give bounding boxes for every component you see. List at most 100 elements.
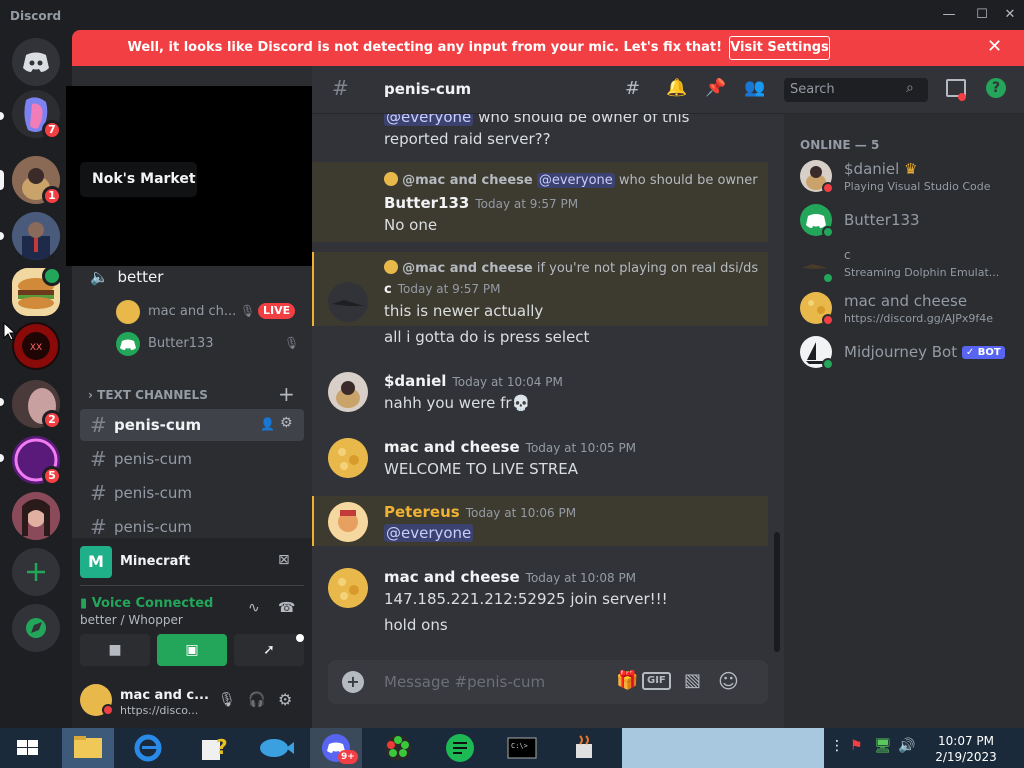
- server-icon[interactable]: [12, 212, 60, 260]
- gift-icon[interactable]: 🎁: [616, 670, 638, 691]
- start-button[interactable]: [0, 728, 56, 768]
- message-text: WELCOME TO LIVE STREA: [384, 460, 579, 478]
- mic-muted-icon: 🎙: [240, 304, 256, 318]
- message-text: 147.185.221.212:52925 join server!!!: [384, 590, 668, 608]
- search-box[interactable]: Search ⌕: [784, 78, 928, 102]
- explore-button[interactable]: [12, 604, 60, 652]
- search-input[interactable]: Search: [790, 82, 835, 97]
- screen-share-button[interactable]: ▣: [157, 634, 227, 666]
- visit-settings-button[interactable]: Visit Settings: [729, 36, 830, 60]
- bell-icon[interactable]: 🔔: [666, 78, 687, 98]
- icq-taskbar-button[interactable]: [372, 728, 424, 768]
- close-banner-icon[interactable]: ✕: [987, 36, 1002, 57]
- headphones-icon[interactable]: 🎧: [248, 692, 265, 708]
- channel-item[interactable]: # penis-cum: [80, 477, 304, 509]
- clock-date[interactable]: 2/19/2023: [934, 750, 998, 764]
- member-item[interactable]: Butter133: [800, 204, 1014, 238]
- message-input[interactable]: Message #penis-cum: [384, 673, 545, 691]
- author-name[interactable]: mac and cheese: [384, 438, 520, 456]
- notes-app-taskbar-button[interactable]: [434, 728, 486, 768]
- create-channel-plus-icon[interactable]: +: [278, 382, 295, 406]
- avatar[interactable]: [328, 372, 368, 412]
- text-channels-header[interactable]: › TEXT CHANNELS: [88, 388, 208, 402]
- author-name[interactable]: mac and cheese: [384, 568, 520, 586]
- volume-icon[interactable]: 🔊: [898, 738, 915, 754]
- terminal-taskbar-button[interactable]: C:\>: [496, 728, 548, 768]
- message-text: reported raid server??: [384, 130, 551, 148]
- message-header: mac and cheese Today at 10:05 PM: [384, 438, 636, 456]
- maximize-button[interactable]: ☐: [973, 7, 991, 23]
- internet-explorer-taskbar-button[interactable]: [122, 728, 174, 768]
- taskbar-preview-area: [622, 728, 824, 768]
- member-activity: Streaming Dolphin Emulat...: [844, 266, 1000, 279]
- author-name[interactable]: Petereus: [384, 503, 460, 521]
- member-item[interactable]: Midjourney Bot ✓ BOT: [800, 336, 1014, 370]
- author-name[interactable]: $daniel: [384, 372, 446, 390]
- java-taskbar-button[interactable]: [558, 728, 610, 768]
- channel-sidebar: Nok's Market 🔈 better mac and ch... 🎙 LI…: [66, 66, 386, 728]
- message-header: c Today at 9:57 PM: [384, 282, 500, 297]
- live-badge: LIVE: [258, 303, 296, 319]
- user-settings-gear-icon[interactable]: ⚙: [278, 690, 292, 709]
- server-icon[interactable]: [12, 492, 60, 540]
- voice-channel-sub[interactable]: better / Whopper: [80, 613, 183, 627]
- author-name[interactable]: c: [384, 282, 392, 297]
- close-window-button[interactable]: ✕: [1001, 7, 1019, 23]
- reply-preview[interactable]: @mac and cheese @everyone who should be …: [384, 172, 758, 188]
- threads-icon[interactable]: #: [625, 78, 640, 99]
- voice-channel-better[interactable]: 🔈 better: [90, 268, 163, 286]
- noise-suppression-icon[interactable]: ∿: [248, 600, 260, 616]
- chat-area: @everyone who should be owner of this re…: [312, 66, 784, 728]
- minimize-button[interactable]: —: [940, 7, 958, 23]
- clock-time[interactable]: 10:07 PM: [936, 734, 996, 748]
- sticker-icon[interactable]: ▧: [684, 670, 701, 691]
- channel-title: penis-cum: [384, 80, 472, 98]
- channel-item[interactable]: # penis-cum: [80, 443, 304, 475]
- member-item[interactable]: $daniel ♛ Playing Visual Studio Code: [800, 160, 1014, 200]
- add-server-button[interactable]: [12, 548, 60, 596]
- pin-icon[interactable]: 📌: [705, 78, 726, 98]
- author-name[interactable]: Butter133: [384, 194, 469, 212]
- discord-taskbar-button[interactable]: 9+: [310, 728, 362, 768]
- channel-item[interactable]: # penis-cum 👤 ⚙: [80, 409, 304, 441]
- member-item[interactable]: mac and cheese https://discord.gg/AJPx9f…: [800, 292, 1014, 332]
- voice-user[interactable]: mac and ch... 🎙 LIVE: [116, 300, 296, 324]
- mention[interactable]: @everyone: [384, 524, 474, 542]
- mute-mic-icon[interactable]: 🎙: [218, 692, 236, 708]
- activities-button[interactable]: ➚: [234, 634, 304, 666]
- member-list-icon[interactable]: 👥: [744, 78, 765, 98]
- scrollbar[interactable]: [774, 532, 780, 652]
- help-icon[interactable]: ?: [986, 78, 1006, 98]
- timestamp: Today at 9:57 PM: [397, 282, 501, 296]
- reply-preview[interactable]: @mac and cheese if you're not playing on…: [384, 260, 758, 276]
- member-item[interactable]: c Streaming Dolphin Emulat...: [800, 248, 1014, 290]
- close-activity-icon[interactable]: ⊠: [278, 552, 290, 568]
- voice-channel-name: better: [117, 268, 164, 286]
- fish-icon: [260, 739, 294, 757]
- voice-user[interactable]: Butter133 🎙: [116, 332, 299, 356]
- fish-app-taskbar-button[interactable]: [248, 728, 300, 768]
- channel-name: penis-cum: [114, 416, 202, 434]
- reply-avatar: [384, 172, 398, 186]
- member-name: $daniel ♛: [844, 160, 918, 178]
- home-button[interactable]: [12, 38, 60, 86]
- flag-icon[interactable]: ⚑: [850, 738, 863, 754]
- avatar[interactable]: [328, 282, 368, 322]
- help-app-taskbar-button[interactable]: ?: [186, 728, 238, 768]
- message-text: hold ons: [384, 616, 448, 634]
- message-text: this is newer actually: [384, 302, 544, 320]
- invite-icon[interactable]: 👤: [260, 417, 275, 431]
- gif-icon[interactable]: GIF: [642, 672, 671, 690]
- more-options-icon[interactable]: ⋮: [830, 738, 844, 754]
- avatar[interactable]: [328, 568, 368, 608]
- file-explorer-taskbar-button[interactable]: [62, 728, 114, 768]
- attach-plus-icon[interactable]: +: [342, 671, 364, 693]
- emoji-icon[interactable]: ☺: [718, 669, 739, 693]
- avatar[interactable]: [328, 502, 368, 542]
- disconnect-icon[interactable]: ☎: [278, 600, 295, 616]
- video-button[interactable]: ■: [80, 634, 150, 666]
- network-icon[interactable]: 🖥: [874, 738, 892, 754]
- server-icon[interactable]: XX: [12, 322, 60, 370]
- avatar[interactable]: [328, 438, 368, 478]
- gear-icon[interactable]: ⚙: [280, 415, 293, 431]
